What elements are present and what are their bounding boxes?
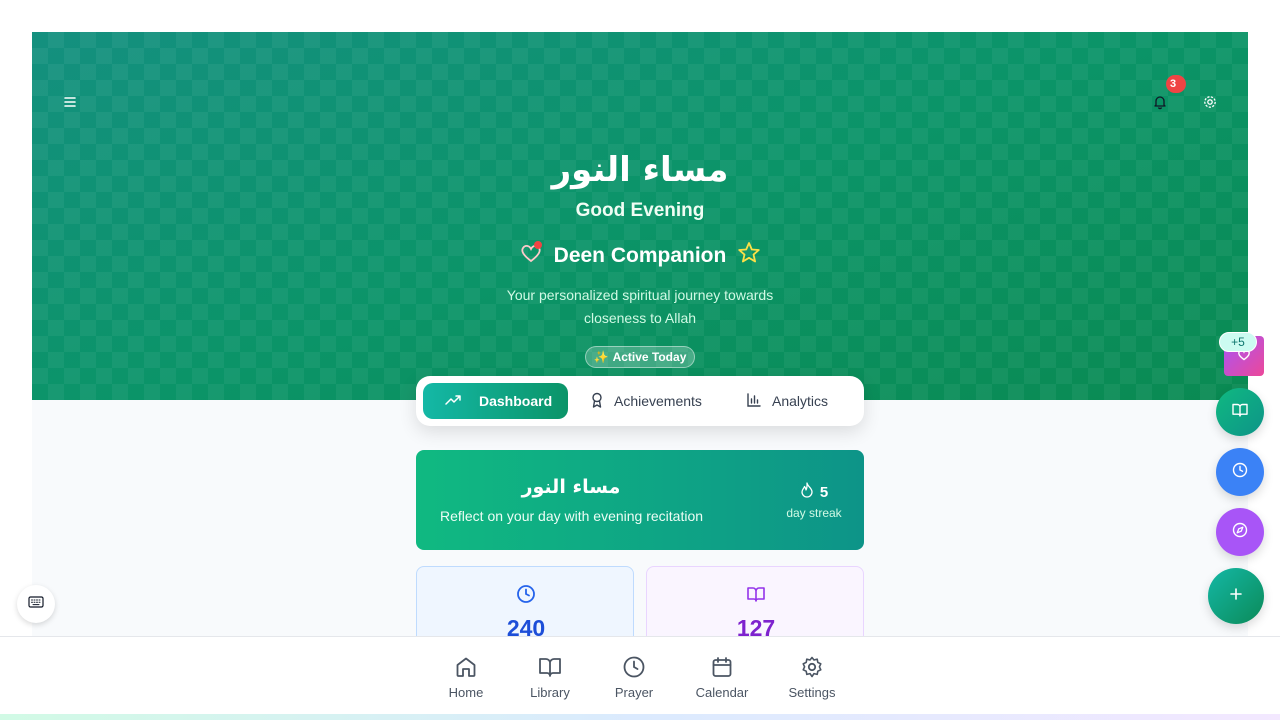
- star-icon: [736, 240, 762, 271]
- add-fab-button[interactable]: [1208, 568, 1264, 624]
- subtitle-line-1: Your personalized spiritual journey towa…: [506, 287, 774, 303]
- heart-icon: [518, 240, 544, 271]
- tab-dashboard[interactable]: Dashboard: [423, 383, 568, 419]
- home-icon: [456, 657, 476, 677]
- active-today-label: Active Today: [612, 350, 687, 364]
- flame-icon: [800, 482, 814, 502]
- nav-label: Prayer: [614, 685, 654, 700]
- arabic-greeting: مساء النور: [551, 150, 729, 190]
- app-name-row: Deen Companion: [32, 240, 1248, 271]
- clock-icon: [623, 656, 645, 678]
- prayer-times-fab-button[interactable]: [1216, 448, 1264, 496]
- nav-item-prayer[interactable]: Prayer: [594, 655, 674, 700]
- calendar-icon: [712, 657, 732, 677]
- hero-banner: 3 مساء النور Good Evening Deen Companion…: [32, 32, 1248, 400]
- award-icon: [590, 392, 604, 411]
- tab-analytics[interactable]: Analytics: [730, 383, 850, 419]
- tab-label: Dashboard: [479, 393, 553, 409]
- nav-label: Home: [448, 685, 484, 700]
- greeting-card: مساء النور Reflect on your day with even…: [416, 450, 864, 550]
- nav-item-home[interactable]: Home: [426, 655, 506, 700]
- qibla-fab-button[interactable]: [1216, 508, 1264, 556]
- sparkles-icon: ✨: [593, 350, 609, 364]
- tab-label: Achievements: [614, 393, 702, 409]
- bar-chart-icon: [746, 392, 762, 411]
- book-open-icon: [1231, 401, 1249, 424]
- app-frame: 3 مساء النور Good Evening Deen Companion…: [32, 32, 1248, 636]
- clock-icon: [1231, 461, 1249, 484]
- bottom-gradient-strip: [0, 714, 1280, 720]
- greeting-card-title: مساء النور: [521, 476, 621, 498]
- compass-icon: [1231, 521, 1249, 544]
- stat-value: 240: [506, 615, 546, 636]
- points-badge: +5: [1219, 332, 1257, 352]
- gear-icon: [802, 656, 822, 678]
- menu-icon[interactable]: [62, 94, 78, 110]
- quran-fab-button[interactable]: [1216, 388, 1264, 436]
- plus-icon: [1229, 587, 1243, 606]
- notification-badge: 3: [1166, 75, 1186, 93]
- app-name: Deen Companion: [553, 243, 727, 267]
- book-open-icon: [746, 584, 766, 609]
- bottom-navigation: Home Library Prayer Calendar Settings: [0, 636, 1280, 720]
- nav-item-library[interactable]: Library: [510, 655, 590, 700]
- greeting-text: Good Evening: [575, 200, 705, 221]
- trending-up-icon: [445, 392, 461, 411]
- streak-counter: 5 day streak: [784, 482, 844, 520]
- gear-icon[interactable]: [1202, 94, 1218, 110]
- keyboard-icon: [28, 595, 44, 613]
- nav-label: Calendar: [695, 685, 749, 700]
- subtitle-line-2: closeness to Allah: [583, 310, 697, 326]
- nav-label: Library: [530, 685, 570, 700]
- book-open-icon: [539, 658, 561, 677]
- greeting-card-description: Reflect on your day with evening recitat…: [440, 508, 704, 524]
- stat-card-pages[interactable]: 127: [646, 566, 864, 636]
- stat-card-minutes[interactable]: 240: [416, 566, 634, 636]
- tab-achievements[interactable]: Achievements: [574, 383, 724, 419]
- active-today-chip: ✨ Active Today: [585, 346, 695, 368]
- nav-item-settings[interactable]: Settings: [772, 655, 852, 700]
- streak-label: day streak: [786, 506, 842, 520]
- nav-label: Settings: [788, 685, 836, 700]
- keyboard-shortcuts-button[interactable]: [17, 585, 55, 623]
- clock-icon: [516, 584, 536, 609]
- bell-icon[interactable]: [1152, 94, 1168, 110]
- subtitle: Your personalized spiritual journey towa…: [490, 284, 790, 330]
- tab-bar: Dashboard Achievements Analytics: [416, 376, 864, 426]
- tab-label: Analytics: [772, 393, 829, 409]
- nav-item-calendar[interactable]: Calendar: [682, 655, 762, 700]
- stat-value: 127: [736, 615, 776, 636]
- streak-value: 5: [819, 483, 829, 501]
